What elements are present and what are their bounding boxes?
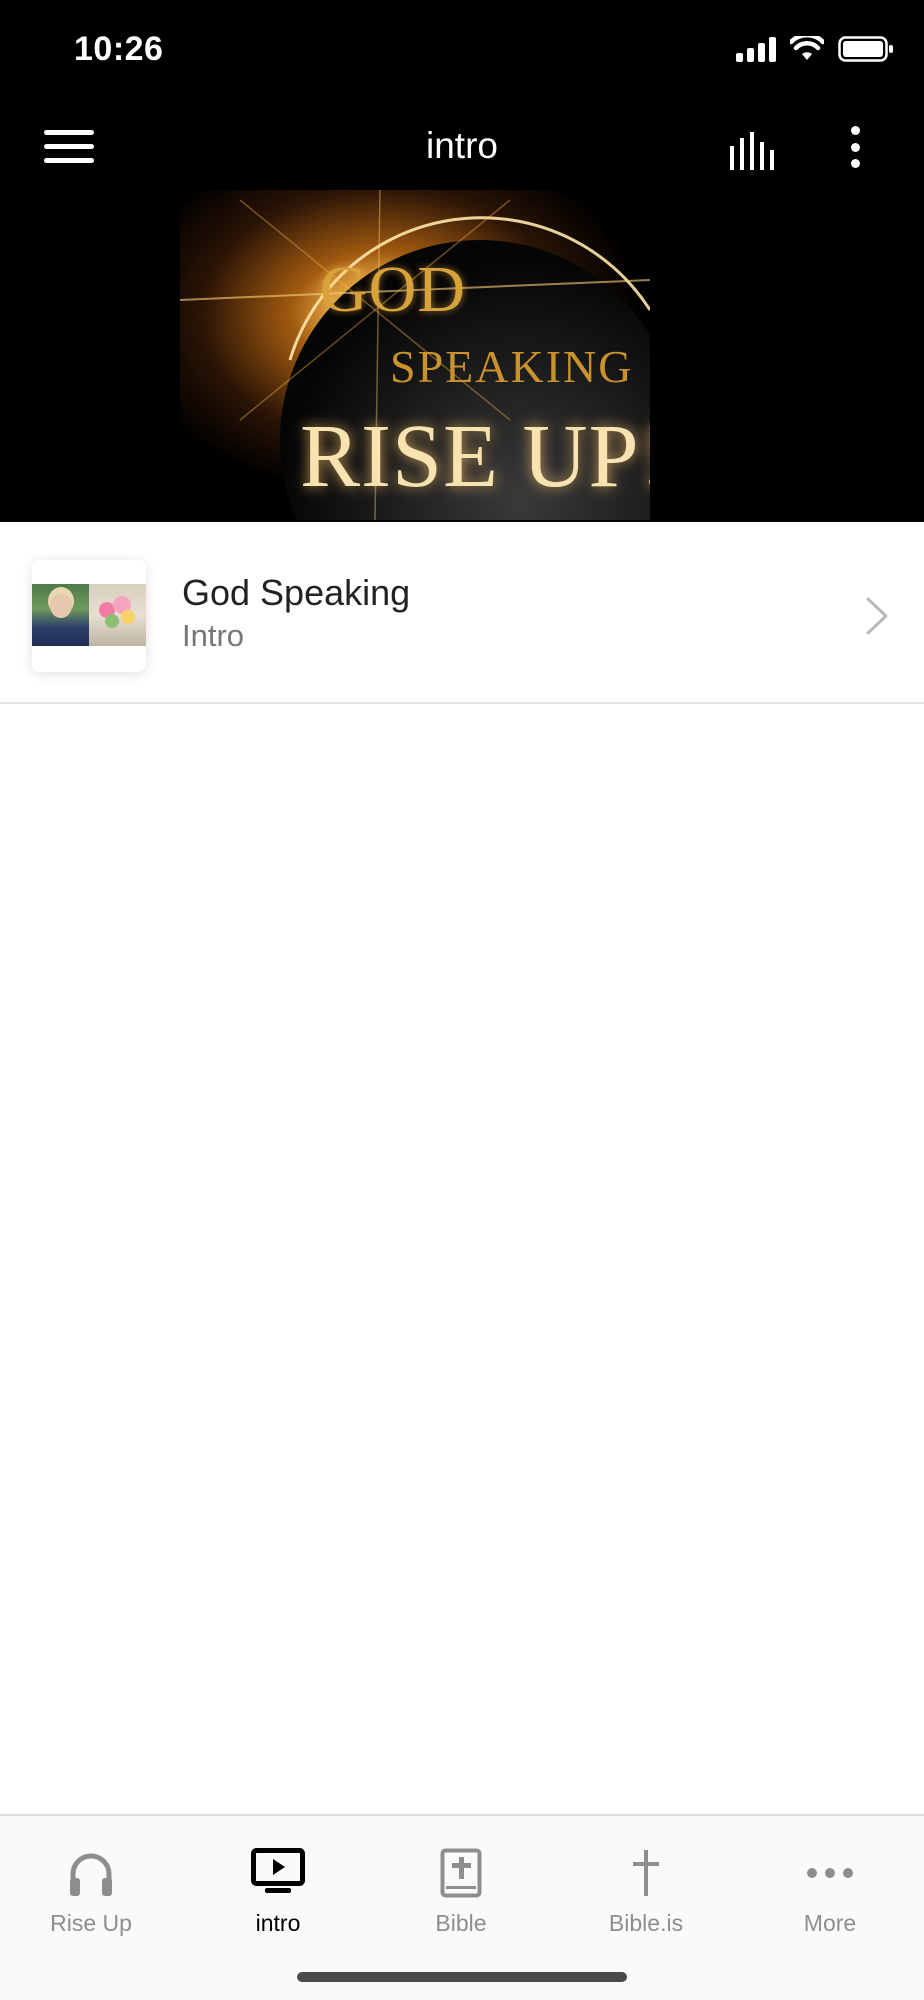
- status-icons: [736, 36, 894, 62]
- item-subtitle: Intro: [182, 618, 245, 653]
- tab-bible[interactable]: Bible: [371, 1834, 551, 1944]
- list-item[interactable]: God Speaking Intro: [0, 522, 924, 704]
- audio-levels-icon[interactable]: [728, 132, 782, 170]
- tab-intro[interactable]: intro: [188, 1834, 368, 1944]
- tab-label: Bible: [435, 1910, 487, 1936]
- headphones-icon: [70, 1853, 112, 1896]
- home-indicator[interactable]: [297, 1972, 627, 1982]
- header-bar: 10:26 intro GOD SPEAKING RISE UP!: [0, 0, 924, 522]
- tab-label: Rise Up: [50, 1910, 132, 1936]
- page-title: intro: [426, 125, 498, 166]
- more-dots-icon: [807, 1868, 853, 1878]
- banner-title-speaking: SPEAKING: [390, 341, 634, 392]
- tv-play-icon: [251, 1848, 305, 1893]
- bible-book-icon: [440, 1848, 482, 1898]
- tab-label: Bible.is: [608, 1910, 684, 1936]
- cellular-signal-icon: [736, 36, 776, 62]
- tab-bible-is[interactable]: Bible.is: [556, 1834, 736, 1944]
- item-thumbnail: [32, 560, 146, 672]
- chevron-right-icon: [866, 597, 888, 635]
- banner-image: GOD SPEAKING RISE UP!: [180, 190, 650, 520]
- banner-title-god: GOD: [320, 253, 466, 326]
- tab-label: More: [803, 1910, 857, 1936]
- tab-label: intro: [255, 1910, 301, 1936]
- wifi-icon: [790, 36, 824, 60]
- battery-icon: [838, 36, 893, 62]
- item-title: God Speaking: [182, 572, 411, 613]
- tab-more[interactable]: More: [740, 1834, 920, 1944]
- more-options-icon[interactable]: [840, 122, 870, 172]
- cross-icon: [633, 1850, 659, 1896]
- tab-rise-up[interactable]: Rise Up: [1, 1834, 181, 1944]
- status-time: 10:26: [74, 30, 164, 68]
- banner-title-riseup: RISE UP!: [300, 407, 650, 506]
